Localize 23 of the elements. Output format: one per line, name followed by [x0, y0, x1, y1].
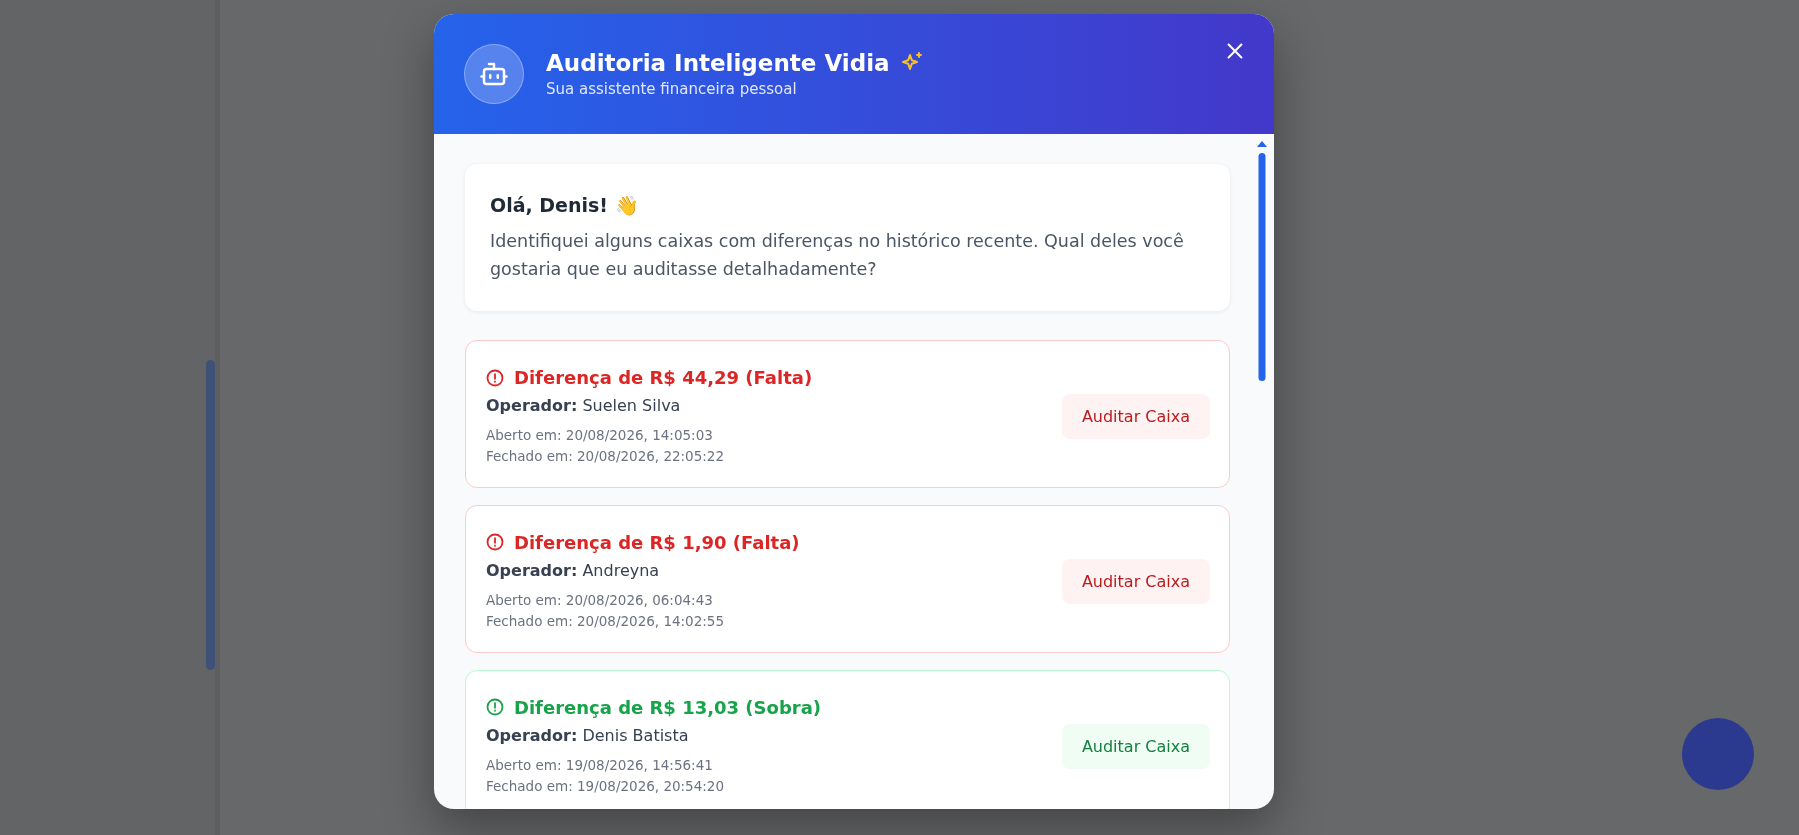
- alert-circle-icon: [486, 698, 504, 717]
- operator-text: Operador: Suelen Silva: [486, 396, 682, 415]
- greeting-title: Olá, Denis! 👋: [490, 194, 640, 217]
- audit-button[interactable]: Auditar Caixa: [1061, 724, 1210, 770]
- operator-text: Operador: Andreyna: [486, 560, 661, 580]
- opened-date: Aberto em: 20/08/2026, 06:04:43: [486, 590, 714, 610]
- closed-date: Fechado em: 20/08/2026, 14:02:55: [486, 611, 726, 631]
- audit-button[interactable]: Auditar Caixa: [1061, 394, 1210, 440]
- difference-title: Diferença de R$ 44,29 (Falta): [514, 367, 813, 388]
- opened-date: Aberto em: 20/08/2026, 14:05:03: [486, 426, 714, 445]
- alert-circle-icon: [486, 368, 504, 387]
- operator-text: Operador: Denis Batista: [486, 725, 690, 745]
- closed-date: Fechado em: 19/08/2026, 20:54:20: [486, 776, 726, 796]
- alert-circle-icon: [486, 533, 504, 552]
- dialog-subtitle: Sua assistente financeira pessoal: [546, 80, 798, 98]
- audit-button[interactable]: Auditar Caixa: [1061, 559, 1210, 605]
- robot-avatar: [464, 44, 524, 104]
- difference-title: Diferença de R$ 1,90 (Falta): [514, 531, 800, 553]
- greeting-message: Identifiquei alguns caixas com diferenças no histórico recente. Qual deles você gostaria que eu auditasse detalhadamente?: [490, 230, 1185, 281]
- difference-title: Diferença de R$ 13,03 (Sobra): [514, 696, 822, 718]
- opened-date: Aberto em: 19/08/2026, 14:56:41: [486, 755, 714, 775]
- dialog-title: Auditoria Inteligente Vidia: [546, 50, 890, 76]
- closed-date: Fechado em: 20/08/2026, 22:05:22: [486, 446, 726, 466]
